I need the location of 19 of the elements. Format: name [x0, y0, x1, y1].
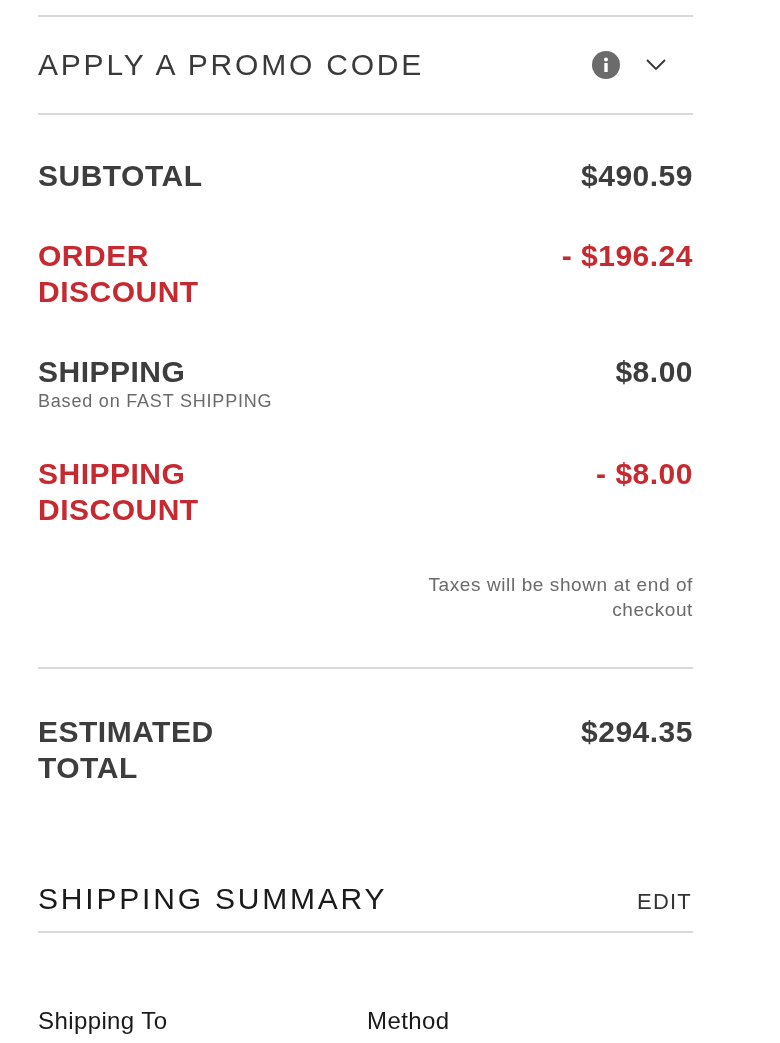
total-amount: $294.35: [581, 714, 693, 750]
line-label: SUBTOTAL: [38, 158, 203, 194]
section-title: SHIPPING SUMMARY: [38, 881, 388, 917]
line-label: ORDER DISCOUNT: [38, 238, 200, 310]
promo-title: APPLY A PROMO CODE: [38, 47, 425, 83]
line-amount: - $8.00: [596, 456, 693, 492]
column-heading: Shipping To: [38, 1007, 168, 1035]
line-amount: $490.59: [581, 158, 693, 194]
tax-note: Taxes will be shown at end of checkout: [427, 573, 693, 622]
line-amount: $8.00: [615, 354, 693, 390]
line-label: SHIPPING: [38, 354, 186, 390]
edit-link[interactable]: EDIT: [637, 889, 692, 915]
shipping-method-note: Based on FAST SHIPPING: [38, 390, 273, 412]
line-label: SHIPPING DISCOUNT: [38, 456, 200, 528]
chevron-icon[interactable]: [646, 59, 666, 71]
line-amount: - $196.24: [561, 238, 693, 274]
info-icon[interactable]: [592, 51, 620, 79]
total-label: ESTIMATED TOTAL: [38, 714, 215, 786]
column-heading: Method: [367, 1007, 450, 1035]
